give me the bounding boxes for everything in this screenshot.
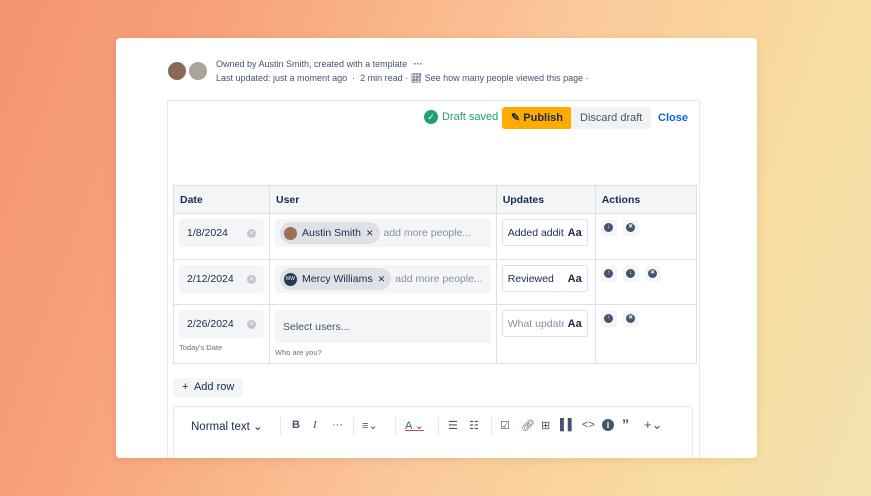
- check-circle-icon: ✓: [424, 110, 438, 124]
- date-help: Today's Date: [179, 343, 223, 352]
- header-date: Date: [173, 185, 270, 214]
- update-input[interactable]: Reviewed Aa: [501, 265, 588, 292]
- text-format-icon[interactable]: Aa: [568, 273, 582, 285]
- delete-row-button[interactable]: ✕: [622, 310, 639, 327]
- avatar: MW: [284, 272, 297, 286]
- avatar-owner[interactable]: [166, 60, 188, 82]
- user-help: Who are you?: [275, 348, 322, 357]
- close-button[interactable]: Close: [649, 107, 697, 129]
- avatar-contributor[interactable]: [187, 60, 209, 82]
- table-row: 2/26/2024 × Today's Date Select users... Wh…: [173, 304, 697, 364]
- quote-icon[interactable]: ”: [622, 416, 629, 432]
- user-input[interactable]: add more people...: [384, 227, 472, 239]
- clear-icon[interactable]: ×: [247, 228, 256, 238]
- move-up-button[interactable]: ↑: [600, 265, 617, 282]
- owner-text: Owned by Austin Smith, created with a te…: [216, 59, 408, 69]
- move-up-button[interactable]: ↑: [600, 310, 617, 327]
- page-card: Owned by Austin Smith, created with a te…: [116, 38, 757, 458]
- remove-icon[interactable]: ✕: [378, 274, 386, 285]
- user-chip[interactable]: Austin Smith ✕: [280, 222, 380, 244]
- date-field[interactable]: 1/8/2024 ×: [179, 219, 264, 247]
- clear-icon[interactable]: ×: [247, 274, 256, 284]
- text-format-icon[interactable]: Aa: [568, 318, 582, 330]
- italic-button[interactable]: I: [313, 419, 317, 431]
- header-updates: Updates: [495, 185, 596, 214]
- bold-button[interactable]: B: [292, 419, 300, 431]
- link-icon[interactable]: 🔗︎: [521, 419, 535, 432]
- editor-toolbar: Normal text ⌄ B I ··· ≡⌄ A ⌄ ☰ ☷ ☑ 🔗︎ ⊞ …: [173, 406, 693, 458]
- text-format-icon[interactable]: Aa: [568, 227, 582, 239]
- table-row: 1/8/2024 × Austin Smith ✕ add more people..…: [173, 213, 697, 260]
- avatar: [284, 226, 297, 240]
- columns-icon[interactable]: ▌▌: [560, 419, 576, 431]
- delete-row-button[interactable]: ✕: [644, 265, 661, 282]
- numbered-list-button[interactable]: ☷: [469, 419, 479, 432]
- updates-table: Date User Updates Actions 1/8/2024 × Aust…: [173, 185, 697, 364]
- date-field[interactable]: 2/26/2024 ×: [179, 310, 264, 338]
- remove-icon[interactable]: ✕: [366, 228, 374, 239]
- table-icon[interactable]: ⊞: [541, 419, 550, 432]
- plus-icon: +: [182, 381, 189, 393]
- table-row: 2/12/2024 × MW Mercy Williams ✕ add more peo…: [173, 259, 697, 305]
- code-icon[interactable]: <>: [582, 419, 595, 431]
- user-chip[interactable]: MW Mercy Williams ✕: [280, 268, 392, 290]
- info-icon[interactable]: i: [602, 419, 614, 431]
- update-input[interactable]: Added additi Aa: [501, 219, 588, 246]
- update-input[interactable]: What update Aa: [501, 310, 588, 337]
- more-formatting-button[interactable]: ···: [332, 419, 343, 431]
- text-style-dropdown[interactable]: Normal text ⌄: [191, 419, 263, 433]
- publish-button[interactable]: ✎ Publish: [502, 107, 573, 129]
- text-color-button[interactable]: A ⌄: [405, 419, 424, 432]
- discard-draft-button[interactable]: Discard draft: [571, 107, 652, 129]
- header-actions: Actions: [594, 185, 697, 214]
- move-down-button[interactable]: ↓: [600, 219, 617, 236]
- draft-status: ✓ Draft saved: [424, 110, 498, 124]
- delete-row-button[interactable]: ✕: [622, 219, 639, 236]
- read-time: 2 min read: [360, 73, 403, 83]
- chart-icon: 📈︎: [410, 73, 423, 83]
- user-input[interactable]: add more people...: [395, 273, 483, 285]
- user-select[interactable]: Select users...: [275, 310, 491, 343]
- last-updated: Last updated: just a moment ago: [216, 73, 348, 83]
- checkbox-icon[interactable]: ☑: [500, 419, 510, 432]
- clear-icon[interactable]: ×: [247, 319, 256, 329]
- date-field[interactable]: 2/12/2024 ×: [179, 265, 264, 293]
- align-button[interactable]: ≡⌄: [362, 419, 378, 432]
- bullet-list-button[interactable]: ☰: [448, 419, 458, 432]
- add-row-button[interactable]: + Add row: [173, 378, 244, 397]
- views-link[interactable]: See how many people viewed this page: [425, 73, 584, 83]
- more-icon[interactable]: ···: [414, 59, 423, 69]
- pencil-icon: ✎: [511, 112, 521, 124]
- move-down-button[interactable]: ↓: [622, 265, 639, 282]
- insert-more-button[interactable]: +⌄: [644, 417, 662, 433]
- header-user: User: [269, 185, 497, 214]
